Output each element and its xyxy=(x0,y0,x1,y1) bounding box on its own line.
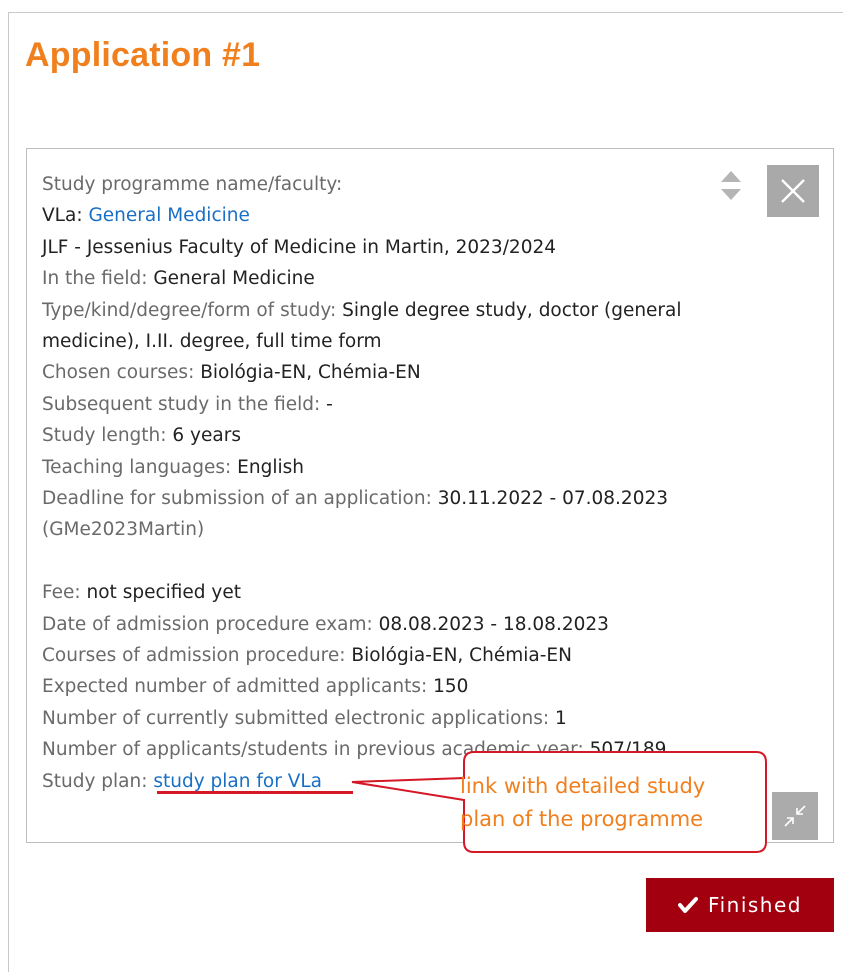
fee-label: Fee: xyxy=(42,582,87,604)
fee-value: not specified yet xyxy=(86,582,242,604)
admission-courses-row: Courses of admission procedure: Biológia… xyxy=(42,640,757,671)
previous-year-row: Number of applicants/students in previou… xyxy=(42,734,757,765)
study-length-value: 6 years xyxy=(172,425,241,447)
expected-admitted-label: Expected number of admitted applicants: xyxy=(42,676,434,698)
expected-admitted-value: 150 xyxy=(433,676,469,698)
programme-details: Study programme name/faculty: VLa: Gener… xyxy=(42,169,757,797)
subsequent-study-label: Subsequent study in the field: xyxy=(42,393,327,415)
exam-date-value: 08.08.2023 - 18.08.2023 xyxy=(378,613,609,635)
close-button[interactable] xyxy=(767,165,819,217)
callout-line-2: plan of the programme xyxy=(460,807,704,831)
move-up-icon[interactable] xyxy=(721,171,741,182)
study-type-row: Type/kind/degree/form of study: Single d… xyxy=(42,295,757,358)
chosen-courses-value: Biológia-EN, Chémia-EN xyxy=(200,362,421,384)
field-label: In the field: xyxy=(42,268,154,290)
deadline-value: 30.11.2022 - 07.08.2023 xyxy=(437,488,669,510)
programme-card: Study programme name/faculty: VLa: Gener… xyxy=(26,148,834,843)
admission-courses-value: Biológia-EN, Chémia-EN xyxy=(351,645,572,667)
move-down-icon[interactable] xyxy=(721,189,741,200)
exam-date-label: Date of admission procedure exam: xyxy=(42,613,379,635)
chosen-courses-row: Chosen courses: Biológia-EN, Chémia-EN xyxy=(42,357,757,388)
check-icon xyxy=(678,897,699,913)
page-title: Application #1 xyxy=(25,36,261,74)
previous-year-value: 507/189 xyxy=(589,739,667,761)
faculty-line: JLF - Jessenius Faculty of Medicine in M… xyxy=(42,236,557,258)
programme-code-separator: : xyxy=(76,205,89,227)
programme-name-label: Study programme name/faculty: xyxy=(42,174,343,195)
sort-arrows-icon[interactable] xyxy=(721,167,741,207)
subsequent-study-row: Subsequent study in the field: - xyxy=(42,389,757,420)
fee-row: Fee: not specified yet xyxy=(42,577,757,608)
submitted-applications-row: Number of currently submitted electronic… xyxy=(42,703,757,734)
submitted-applications-label: Number of currently submitted electronic… xyxy=(42,707,555,729)
study-type-label: Type/kind/degree/form of study: xyxy=(42,299,343,321)
study-plan-label: Study plan: xyxy=(42,770,154,792)
exam-date-row: Date of admission procedure exam: 08.08.… xyxy=(42,609,757,640)
chosen-courses-label: Chosen courses: xyxy=(42,362,201,384)
submitted-applications-value: 1 xyxy=(554,707,567,729)
programme-name-line: VLa: General Medicine xyxy=(42,200,757,231)
expected-admitted-row: Expected number of admitted applicants: … xyxy=(42,671,757,702)
teaching-languages-value: English xyxy=(237,456,304,478)
programme-code: VLa xyxy=(42,205,77,227)
teaching-languages-label: Teaching languages: xyxy=(42,456,238,478)
deadline-row: Deadline for submission of an applicatio… xyxy=(42,483,757,546)
callout-text: link with detailed study plan of the pro… xyxy=(460,770,760,836)
admission-courses-label: Courses of admission procedure: xyxy=(42,645,352,667)
programme-name-link[interactable]: General Medicine xyxy=(88,205,249,226)
study-plan-link[interactable]: study plan for VLa xyxy=(153,771,322,792)
deadline-label: Deadline for submission of an applicatio… xyxy=(42,488,438,510)
subsequent-study-value: - xyxy=(326,393,333,415)
collapse-button[interactable] xyxy=(772,792,818,840)
field-value: General Medicine xyxy=(153,268,315,290)
teaching-languages-row: Teaching languages: English xyxy=(42,452,757,483)
callout-line-1: link with detailed study xyxy=(460,774,706,798)
previous-year-label: Number of applicants/students in previou… xyxy=(42,739,590,761)
finished-button[interactable]: Finished xyxy=(646,878,834,932)
collapse-icon xyxy=(784,805,806,827)
study-length-row: Study length: 6 years xyxy=(42,420,757,451)
study-length-label: Study length: xyxy=(42,425,173,447)
finished-button-label: Finished xyxy=(708,893,802,917)
deadline-code: (GMe2023Martin) xyxy=(42,519,205,541)
field-row: In the field: General Medicine xyxy=(42,263,757,294)
close-icon xyxy=(781,179,805,203)
link-highlight-underline xyxy=(157,791,353,794)
